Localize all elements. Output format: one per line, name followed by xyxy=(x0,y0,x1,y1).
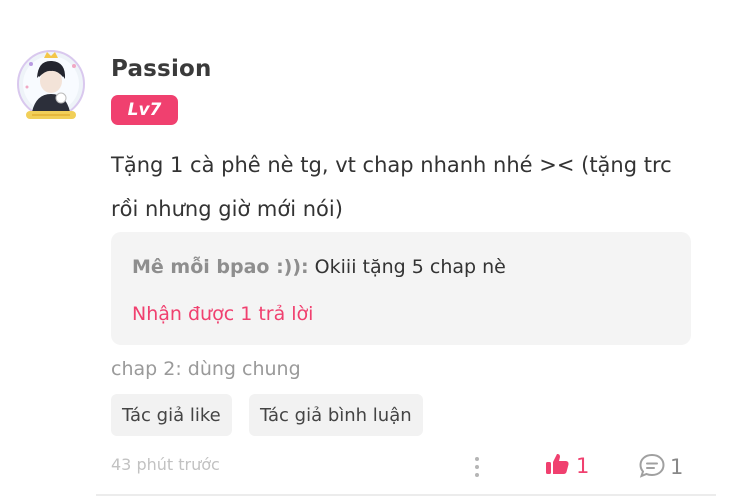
comment-text: Tặng 1 cà phê nè tg, vt chap nhanh nhé >… xyxy=(111,153,672,221)
chapter-info[interactable]: chap 2: dùng chung xyxy=(111,358,301,380)
author-like-tag: Tác giả like xyxy=(111,394,232,436)
timestamp: 43 phút trước xyxy=(111,455,220,474)
reply-button[interactable]: 1 xyxy=(638,452,683,482)
reply-author[interactable]: Mê mỗi bpao :)): xyxy=(132,256,309,278)
like-button[interactable]: 1 xyxy=(544,452,589,480)
more-vertical-icon[interactable] xyxy=(468,455,486,479)
reply-line: Mê mỗi bpao :)): Okiii tặng 5 chap nè xyxy=(132,256,506,278)
divider xyxy=(96,494,716,496)
speech-bubble-icon xyxy=(638,452,666,482)
reply-text: Okiii tặng 5 chap nè xyxy=(308,256,506,278)
username[interactable]: Passion xyxy=(111,56,212,82)
avatar[interactable] xyxy=(16,44,86,128)
author-comment-tag: Tác giả bình luận xyxy=(249,394,423,436)
like-count: 1 xyxy=(576,454,590,478)
reply-count-link[interactable]: Nhận được 1 trả lời xyxy=(132,303,313,325)
reply-count: 1 xyxy=(670,455,684,479)
level-badge: Lv7 xyxy=(111,95,178,125)
thumbs-up-icon xyxy=(544,452,570,480)
reply-preview[interactable]: Mê mỗi bpao :)): Okiii tặng 5 chap nè Nh… xyxy=(111,232,691,345)
